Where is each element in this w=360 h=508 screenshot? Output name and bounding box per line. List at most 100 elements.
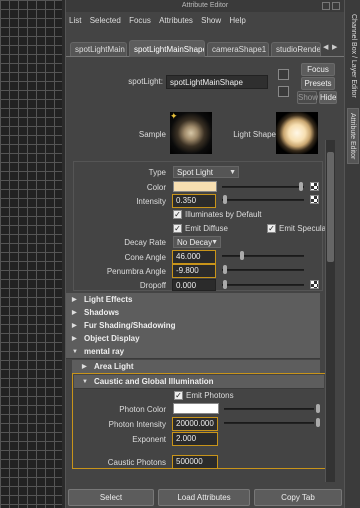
dropoff-slider[interactable] (222, 284, 304, 286)
section-fur-shading[interactable]: ▶ Fur Shading/Shadowing (66, 319, 320, 333)
decay-rate-value: No Decay (177, 238, 213, 247)
type-value: Spot Light (177, 168, 214, 177)
chevron-down-icon: ▼ (229, 169, 236, 176)
scrollbar-thumb[interactable] (327, 152, 334, 262)
menu-help[interactable]: Help (226, 13, 248, 29)
penumbra-angle-field[interactable]: -9.800 (172, 264, 216, 278)
load-attributes-button[interactable]: Load Attributes (158, 489, 250, 506)
color-map-icon[interactable] (310, 182, 319, 191)
emit-diffuse-label: Emit Diffuse (185, 224, 228, 233)
photon-intensity-slider[interactable] (224, 422, 314, 424)
section-title: mental ray (84, 347, 125, 356)
exponent-field[interactable]: 2.000 (172, 432, 218, 446)
exponent-label: Exponent (132, 435, 166, 444)
cone-angle-slider[interactable] (222, 255, 304, 257)
color-label: Color (146, 183, 166, 192)
input-connection-icon[interactable] (278, 69, 289, 80)
menu-attributes[interactable]: Attributes (156, 13, 196, 29)
caustic-photons-label: Caustic Photons (107, 458, 166, 467)
collapse-arrow-icon: ▼ (72, 349, 78, 355)
collapse-arrow-icon: ▼ (82, 379, 88, 385)
emit-specular-label: Emit Specular (279, 224, 329, 233)
viewport-grid[interactable] (0, 0, 62, 508)
intensity-slider[interactable] (222, 199, 304, 201)
color-slider[interactable] (222, 186, 304, 188)
decay-rate-dropdown[interactable]: No Decay ▼ (173, 236, 221, 248)
emit-photons-checkbox[interactable]: ✓ (174, 391, 183, 400)
illuminates-default-label: Illuminates by Default (185, 210, 262, 219)
section-title: Fur Shading/Shadowing (84, 321, 176, 330)
penumbra-angle-slider[interactable] (222, 269, 304, 271)
select-button[interactable]: Select (68, 489, 154, 506)
section-title: Light Effects (84, 295, 133, 304)
penumbra-angle-label: Penumbra Angle (106, 267, 166, 276)
section-title: Caustic and Global Illumination (94, 377, 214, 386)
section-title: Area Light (94, 362, 134, 371)
cone-angle-slider-thumb[interactable] (240, 251, 244, 260)
section-light-effects[interactable]: ▶ Light Effects (66, 293, 320, 307)
channel-box-tab[interactable]: Channel Box / Layer Editor (347, 6, 359, 106)
cone-angle-field[interactable]: 46.000 (172, 250, 216, 264)
cone-angle-label: Cone Angle (124, 253, 166, 262)
maya-window: Attribute Editor List Selected Focus Att… (0, 0, 360, 508)
color-swatch[interactable] (173, 181, 217, 192)
show-button[interactable]: Show (297, 91, 318, 104)
tab-spotlightmainshape[interactable]: spotLightMainShape (129, 40, 205, 57)
photon-intensity-field[interactable]: 20000.000 (172, 417, 218, 431)
emit-photons-label: Emit Photons (186, 391, 234, 400)
copy-tab-button[interactable]: Copy Tab (254, 489, 342, 506)
output-connection-icon[interactable] (278, 86, 289, 97)
chevron-down-icon: ▼ (211, 239, 218, 246)
dropoff-slider-thumb[interactable] (223, 280, 227, 289)
expand-arrow-icon: ▶ (72, 336, 77, 342)
menu-list[interactable]: List (66, 13, 84, 29)
type-dropdown[interactable]: Spot Light ▼ (173, 166, 239, 178)
dropoff-label: Dropoff (139, 281, 166, 290)
photon-color-slider-thumb[interactable] (316, 404, 320, 413)
sample-label: Sample (138, 130, 166, 139)
tab-camerashape1[interactable]: cameraShape1 (207, 42, 269, 56)
dropoff-field[interactable]: 0.000 (172, 279, 216, 291)
node-tabs: spotLightMain spotLightMainShape cameraS… (66, 40, 344, 57)
attribute-editor-tab[interactable]: Attribute Editor (347, 108, 359, 164)
minimize-icon[interactable] (322, 2, 330, 10)
illuminates-default-checkbox[interactable]: ✓ (173, 210, 182, 219)
intensity-field[interactable]: 0.350 (172, 194, 216, 208)
section-title: Object Display (84, 334, 140, 343)
intensity-map-icon[interactable] (310, 195, 319, 204)
node-name-field[interactable]: spotLightMainShape (166, 75, 268, 89)
caustic-photons-field[interactable]: 500000 (172, 455, 218, 469)
tab-scroll-right-icon[interactable]: ▶ (332, 43, 343, 54)
section-title: Shadows (84, 308, 120, 317)
tab-spotlightmain[interactable]: spotLightMain (70, 42, 127, 56)
emit-specular-checkbox[interactable]: ✓ (267, 224, 276, 233)
window-title: Attribute Editor (66, 0, 344, 12)
expand-arrow-icon: ▶ (72, 310, 77, 316)
section-caustic-gi[interactable]: ▼ Caustic and Global Illumination (74, 375, 324, 389)
menu-show[interactable]: Show (198, 13, 224, 29)
photon-color-slider[interactable] (224, 408, 314, 410)
penumbra-angle-slider-thumb[interactable] (223, 265, 227, 274)
tab-studiorender[interactable]: studioRender (271, 42, 321, 56)
emit-diffuse-checkbox[interactable]: ✓ (173, 224, 182, 233)
section-shadows[interactable]: ▶ Shadows (66, 306, 320, 320)
presets-button[interactable]: Presets (301, 77, 335, 90)
intensity-label: Intensity (136, 197, 166, 206)
scrollbar[interactable] (325, 140, 335, 482)
light-shape-swatch[interactable] (276, 112, 318, 154)
section-mental-ray[interactable]: ▼ mental ray (66, 345, 320, 359)
hide-button[interactable]: Hide (319, 91, 337, 104)
photon-color-swatch[interactable] (173, 403, 219, 414)
light-shape-label: Light Shape (233, 130, 276, 139)
menu-focus[interactable]: Focus (126, 13, 154, 29)
section-object-display[interactable]: ▶ Object Display (66, 332, 320, 346)
focus-button[interactable]: Focus (301, 63, 335, 76)
section-area-light[interactable]: ▶ Area Light (72, 360, 320, 374)
close-icon[interactable] (332, 2, 340, 10)
photon-intensity-slider-thumb[interactable] (316, 418, 320, 427)
intensity-slider-thumb[interactable] (223, 195, 227, 204)
dropoff-map-icon[interactable] (310, 280, 319, 289)
color-slider-thumb[interactable] (299, 182, 303, 191)
type-label: Type (148, 168, 166, 177)
menu-selected[interactable]: Selected (87, 13, 124, 29)
